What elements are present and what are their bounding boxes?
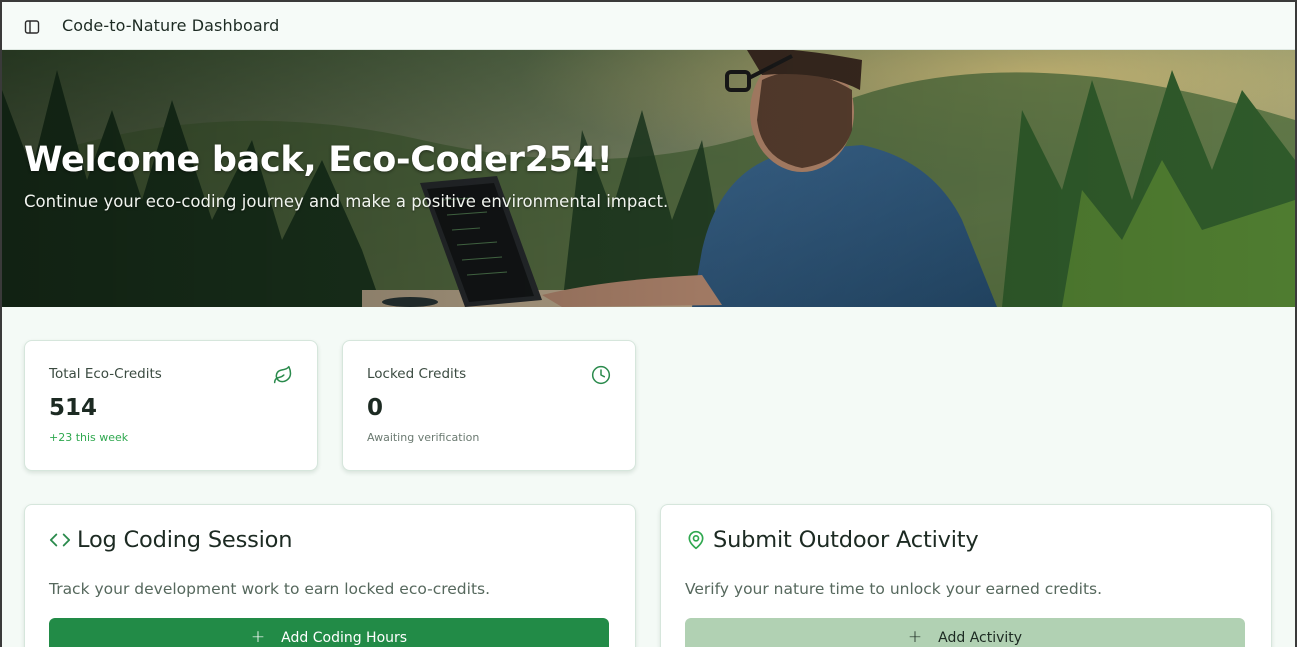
stat-label: Total Eco-Credits [49, 366, 162, 382]
stat-card-locked-credits: Locked Credits 0 Awaiting verification [342, 340, 636, 471]
card-header: Submit Outdoor Activity [685, 527, 979, 553]
log-coding-session-card: Log Coding Session Track your developmen… [24, 504, 636, 647]
code-icon [49, 529, 71, 551]
card-title: Log Coding Session [77, 527, 293, 553]
submit-outdoor-activity-card: Submit Outdoor Activity Verify your natu… [660, 504, 1272, 647]
stat-label: Locked Credits [367, 366, 467, 382]
stat-card-total-eco-credits: Total Eco-Credits 514 +23 this week [24, 340, 318, 471]
stat-note: Awaiting verification [367, 431, 480, 444]
plus-icon: + [907, 627, 923, 647]
add-coding-hours-button[interactable]: + Add Coding Hours [49, 618, 609, 647]
plus-icon: + [250, 627, 266, 647]
leaf-icon [273, 365, 293, 385]
hero-title: Welcome back, Eco-Coder254! [24, 140, 613, 180]
card-title: Submit Outdoor Activity [713, 527, 979, 553]
app-title: Code-to-Nature Dashboard [62, 16, 280, 35]
card-header: Log Coding Session [49, 527, 292, 553]
stat-note: +23 this week [49, 431, 129, 444]
top-bar: Code-to-Nature Dashboard [2, 2, 1295, 50]
card-description: Verify your nature time to unlock your e… [685, 580, 1103, 598]
button-label: Add Coding Hours [281, 630, 408, 646]
card-description: Track your development work to earn lock… [49, 580, 491, 598]
clock-icon [591, 365, 611, 385]
hero-banner: Welcome back, Eco-Coder254! Continue you… [2, 50, 1295, 307]
map-pin-icon [685, 529, 707, 551]
hero-subtitle: Continue your eco-coding journey and mak… [24, 192, 669, 211]
button-label: Add Activity [938, 630, 1023, 646]
stat-value: 514 [49, 395, 98, 421]
stat-value: 0 [367, 395, 384, 421]
add-activity-button[interactable]: + Add Activity [685, 618, 1245, 647]
sidebar-toggle-icon[interactable] [22, 17, 42, 37]
